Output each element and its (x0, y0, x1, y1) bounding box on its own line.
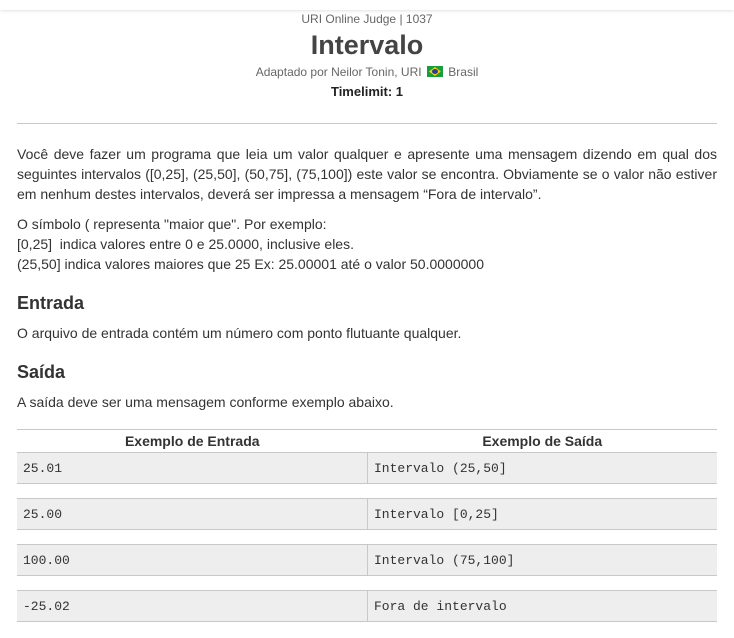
judge-label: URI Online Judge | 1037 (301, 12, 433, 26)
sample-input: 25.01 (17, 452, 368, 484)
input-heading: Entrada (17, 293, 85, 313)
samples-table: Exemplo de Entrada Exemplo de Saída 25.0… (17, 429, 717, 622)
description-line-1: O símbolo ( representa "maior que". Por … (17, 216, 327, 232)
sample-row: -25.02 Fora de intervalo (17, 590, 717, 622)
sample-output: Intervalo [0,25] (367, 498, 717, 530)
sample-output: Intervalo (75,100] (367, 544, 717, 576)
sample-input: -25.02 (17, 590, 368, 622)
description-lines: O símbolo ( representa "maior que". Por … (17, 214, 717, 274)
sample-input-header: Exemplo de Entrada (17, 429, 368, 453)
problem-header: URI Online Judge | 1037 Intervalo Adapta… (0, 12, 734, 100)
header-divider (17, 123, 717, 124)
sample-input: 100.00 (17, 544, 368, 576)
description-paragraph: Você deve fazer um programa que leia um … (17, 146, 717, 202)
description-line-3: (25,50] indica valores maiores que 25 Ex… (17, 256, 484, 272)
problem-title: Intervalo (310, 30, 424, 60)
input-text: O arquivo de entrada contém um número co… (17, 325, 462, 341)
samples-header-row: Exemplo de Entrada Exemplo de Saída (17, 429, 717, 453)
sample-row: 25.01 Intervalo (25,50] (17, 452, 717, 484)
sample-output: Intervalo (25,50] (367, 452, 717, 484)
country-text: Brasil (448, 65, 479, 79)
description-line-2: [0,25] indica valores entre 0 e 25.0000,… (17, 236, 354, 252)
timelimit: Timelimit: 1 (330, 84, 403, 99)
top-bar (0, 0, 734, 10)
sample-output: Fora de intervalo (367, 590, 717, 622)
author-text: Adaptado por Neilor Tonin, URI (255, 65, 422, 79)
output-heading: Saída (17, 362, 66, 382)
sample-output-header: Exemplo de Saída (367, 429, 717, 453)
sample-input: 25.00 (17, 498, 368, 530)
sample-row: 100.00 Intervalo (75,100] (17, 544, 717, 576)
brazil-flag-icon (426, 66, 443, 77)
author-line: Adaptado por Neilor Tonin, URI Brasil (0, 64, 734, 80)
sample-row: 25.00 Intervalo [0,25] (17, 498, 717, 530)
row-spacer (17, 483, 717, 499)
problem-content: Você deve fazer um programa que leia um … (17, 144, 717, 412)
row-spacer (17, 575, 717, 591)
output-text: A saída deve ser uma mensagem conforme e… (17, 394, 394, 410)
row-spacer (17, 529, 717, 545)
